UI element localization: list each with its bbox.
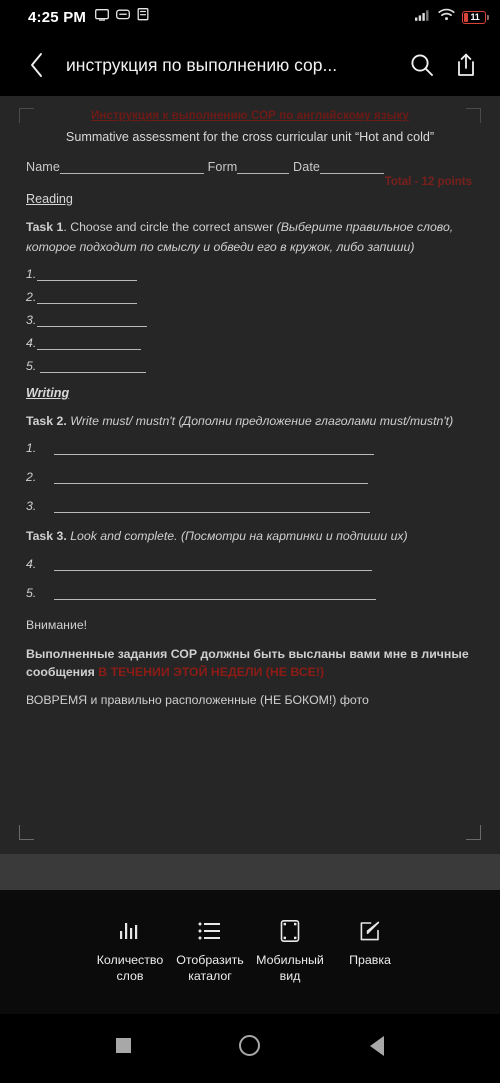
attention-heading: Внимание! xyxy=(26,617,88,632)
task1-english: . Choose and circle the correct answer xyxy=(63,220,277,234)
notice-paragraph-2: ВОВРЕМЯ и правильно расположенные (НЕ БО… xyxy=(26,693,369,708)
edit-button[interactable]: Правка xyxy=(330,918,410,969)
square-recents-icon xyxy=(115,1038,131,1053)
app-bar: инструкция по выполнению сор... xyxy=(0,34,500,96)
show-catalog-button[interactable]: Отобразить каталог xyxy=(170,918,250,985)
answer-number: 5. xyxy=(26,358,37,373)
edit-label: Правка xyxy=(349,953,391,967)
answer-blank[interactable] xyxy=(54,502,370,513)
mobile-view-icon xyxy=(278,918,302,944)
task3-answer-row: 5. xyxy=(26,586,474,600)
answer-blank[interactable] xyxy=(37,316,148,327)
name-blank xyxy=(60,162,204,174)
total-points-note: Total - 12 points xyxy=(384,176,472,188)
answer-blank[interactable] xyxy=(37,339,142,350)
nav-back-button[interactable] xyxy=(355,1024,399,1068)
screen-cast-icon xyxy=(95,8,110,26)
answer-blank[interactable] xyxy=(54,444,374,455)
bottom-toolbar: Количество слов Отобразить каталог Мобил… xyxy=(0,890,500,1014)
notice-paragraph: Выполненные задания СОР должны быть высл… xyxy=(26,646,474,682)
document-page: Инструкция к выполнению СОР по английско… xyxy=(0,96,500,854)
document-title: инструкция по выполнению сор... xyxy=(66,54,338,75)
answer-blank[interactable] xyxy=(54,560,372,571)
mobile-view-button[interactable]: Мобильный вид xyxy=(250,918,330,985)
phone-screen: 4:25 PM 11 инструкция по выполнению сор.… xyxy=(0,0,500,1083)
reading-section-heading: Reading xyxy=(26,192,73,206)
wifi-icon xyxy=(438,8,455,26)
answer-number: 5. xyxy=(26,585,37,600)
form-blank xyxy=(237,162,290,174)
task3-instruction: Task 3. Look and complete. (Посмотри на … xyxy=(26,528,474,544)
writing-section-heading: Writing xyxy=(26,385,70,400)
status-right-icons: 11 xyxy=(415,8,490,26)
android-nav-bar xyxy=(0,1014,500,1077)
task1-answer-row: 4. xyxy=(26,336,474,350)
document-icon xyxy=(137,8,149,26)
status-bar: 4:25 PM 11 xyxy=(0,0,500,34)
answer-number: 2. xyxy=(26,289,37,304)
status-left-icons xyxy=(95,8,149,26)
name-label: Name xyxy=(26,160,60,174)
answer-blank[interactable] xyxy=(40,362,147,373)
task1-answer-row: 3. xyxy=(26,313,474,327)
task2-answer-row: 3. xyxy=(26,499,474,513)
answer-number: 3. xyxy=(26,312,37,327)
task2-answer-row: 1. xyxy=(26,441,474,455)
answer-number: 3. xyxy=(26,498,37,513)
recents-button[interactable] xyxy=(101,1024,145,1068)
document-subtitle: Summative assessment for the cross curri… xyxy=(65,130,435,144)
task2-instruction: Task 2. Write must/ mustn't (Дополни пре… xyxy=(26,412,474,432)
task1-answer-row: 1. xyxy=(26,267,474,281)
answer-number: 1. xyxy=(26,440,37,455)
document-red-title: Инструкция к выполнению СОР по английско… xyxy=(91,110,409,122)
battery-icon: 11 xyxy=(462,10,490,24)
notice-deadline-red: В ТЕЧЕНИИ ЭТОЙ НЕДЕЛИ (НЕ ВСЕ!) xyxy=(98,664,325,679)
answer-number: 1. xyxy=(26,266,37,281)
answer-blank[interactable] xyxy=(37,293,138,304)
share-button[interactable] xyxy=(446,45,486,85)
task1-answer-row: 2. xyxy=(26,290,474,304)
answer-number: 4. xyxy=(26,556,37,571)
document-viewer[interactable]: Инструкция к выполнению СОР по английско… xyxy=(0,96,500,890)
word-count-icon xyxy=(117,918,143,944)
task3-answer-row: 4. xyxy=(26,557,474,571)
answer-number: 2. xyxy=(26,469,37,484)
answer-blank[interactable] xyxy=(54,473,368,484)
task1-label: Task 1 xyxy=(26,220,64,234)
date-blank xyxy=(320,162,385,174)
date-label: Date xyxy=(293,160,321,174)
triangle-back-icon xyxy=(369,1035,384,1056)
search-button[interactable] xyxy=(402,45,442,85)
battery-level-text: 11 xyxy=(470,11,480,22)
crop-mark-bottom-left xyxy=(19,825,34,840)
home-button[interactable] xyxy=(228,1024,272,1068)
task2-label: Task 2. xyxy=(26,413,67,428)
word-count-button[interactable]: Количество слов xyxy=(90,918,170,985)
page-gap xyxy=(0,854,500,890)
show-catalog-label: Отобразить каталог xyxy=(176,953,244,983)
circle-home-icon xyxy=(239,1035,261,1056)
answer-number: 4. xyxy=(26,335,37,350)
answer-blank[interactable] xyxy=(37,270,138,281)
task3-label: Task 3. xyxy=(26,528,67,543)
name-form-date-line: Name Form Date xyxy=(26,160,474,174)
mobile-view-label: Мобильный вид xyxy=(256,953,324,983)
back-button[interactable] xyxy=(22,50,52,80)
message-icon xyxy=(116,8,131,26)
task1-answer-row: 5. xyxy=(26,359,474,373)
status-clock: 4:25 PM xyxy=(28,8,87,26)
task2-text: Write must/ mustn't (Дополни предложение… xyxy=(66,413,454,428)
signal-icon xyxy=(415,8,431,26)
task3-text: Look and complete. (Посмотри на картинки… xyxy=(66,528,408,543)
task2-answer-row: 2. xyxy=(26,470,474,484)
edit-pencil-icon xyxy=(358,918,382,944)
crop-mark-bottom-right xyxy=(466,825,481,840)
list-catalog-icon xyxy=(197,918,223,944)
task1-instruction: Task 1. Choose and circle the correct an… xyxy=(26,218,474,258)
word-count-label: Количество слов xyxy=(96,953,164,983)
form-label: Form xyxy=(207,160,238,174)
answer-blank[interactable] xyxy=(54,589,376,600)
